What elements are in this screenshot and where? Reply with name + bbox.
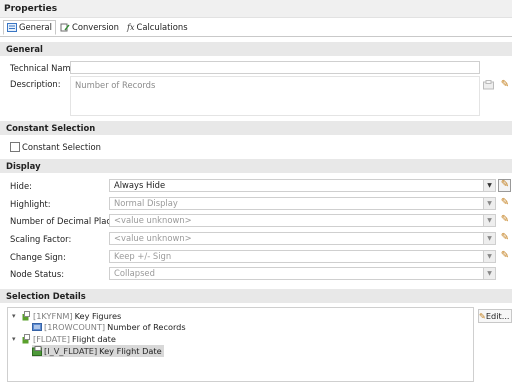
highlight-value: Normal Display bbox=[114, 198, 178, 208]
description-field[interactable]: Number of Records bbox=[70, 76, 480, 116]
tree-node-id: [I_V_FLDATE] bbox=[44, 346, 98, 356]
change-sign-value: Keep +/- Sign bbox=[114, 251, 172, 261]
chevron-down-icon[interactable]: ▼ bbox=[483, 215, 495, 226]
constant-selection-checkbox-row[interactable]: Constant Selection bbox=[10, 142, 101, 152]
section-constant-selection-header: Constant Selection bbox=[0, 121, 512, 135]
technical-name-input[interactable] bbox=[70, 61, 480, 74]
node-status-label: Node Status: bbox=[10, 269, 65, 279]
tab-conversion-label: Conversion bbox=[72, 22, 119, 32]
tree-node-name: Flight date bbox=[71, 334, 116, 344]
key-figure-icon bbox=[32, 323, 42, 331]
tree-node-id: [1ROWCOUNT] bbox=[44, 322, 106, 332]
selection-tree[interactable]: ▾ [1KYFNM] Key Figures [1ROWCOUNT] Numbe… bbox=[7, 307, 474, 382]
variable-icon bbox=[32, 346, 42, 356]
change-sign-select[interactable]: Keep +/- Sign ▼ bbox=[109, 250, 496, 263]
chevron-down-icon[interactable]: ▼ bbox=[483, 268, 495, 279]
chevron-down-icon[interactable]: ▼ bbox=[483, 180, 495, 191]
tab-calculations[interactable]: fx Calculations bbox=[123, 20, 192, 35]
chevron-down-icon[interactable]: ▼ bbox=[483, 251, 495, 262]
hide-pencil-icon: ✎ bbox=[500, 179, 510, 190]
node-status-value: Collapsed bbox=[114, 268, 155, 278]
chevron-down-icon[interactable]: ▼ bbox=[483, 233, 495, 244]
highlight-pencil-icon[interactable]: ✎ bbox=[500, 198, 510, 208]
highlight-select[interactable]: Normal Display ▼ bbox=[109, 197, 496, 210]
constant-selection-checkbox[interactable] bbox=[10, 142, 20, 152]
technical-name-label: Technical Name: bbox=[10, 63, 79, 73]
decimal-places-select[interactable]: <value unknown> ▼ bbox=[109, 214, 496, 227]
general-icon bbox=[7, 23, 17, 32]
scaling-factor-select[interactable]: <value unknown> ▼ bbox=[109, 232, 496, 245]
tab-general-label: General bbox=[19, 22, 53, 32]
hide-value: Always Hide bbox=[114, 180, 166, 190]
tab-divider bbox=[0, 36, 512, 37]
edit-selection-pencil-icon: ✎ bbox=[479, 311, 486, 321]
characteristic-icon bbox=[22, 311, 30, 321]
characteristic-icon bbox=[22, 334, 30, 344]
highlight-label: Highlight: bbox=[10, 199, 51, 209]
tree-node-flight-date[interactable]: ▾ [FLDATE] Flight date bbox=[12, 333, 116, 345]
tree-node-name: Number of Records bbox=[107, 322, 186, 332]
tree-node-key-flight-date[interactable]: [I_V_FLDATE] Key Flight Date bbox=[32, 345, 164, 357]
panel-title: Properties bbox=[0, 0, 512, 18]
language-icon[interactable] bbox=[483, 80, 494, 90]
conversion-icon bbox=[60, 23, 70, 32]
scaling-factor-value: <value unknown> bbox=[114, 233, 192, 243]
tab-calculations-label: Calculations bbox=[136, 22, 188, 32]
change-sign-label: Change Sign: bbox=[10, 252, 66, 262]
decimal-places-label: Number of Decimal Places: bbox=[10, 216, 124, 226]
decimal-places-value: <value unknown> bbox=[114, 215, 192, 225]
edit-description-pencil-icon[interactable]: ✎ bbox=[500, 80, 510, 90]
tree-node-name: Key Flight Date bbox=[99, 346, 162, 356]
scaling-factor-pencil-icon[interactable]: ✎ bbox=[500, 233, 510, 243]
tree-node-id: [FLDATE] bbox=[33, 334, 70, 344]
section-general-header: General bbox=[0, 42, 512, 56]
tab-conversion[interactable]: Conversion bbox=[56, 20, 123, 35]
edit-selection-button[interactable]: ✎Edit... bbox=[478, 309, 512, 323]
description-label: Description: bbox=[10, 79, 61, 89]
tab-bar: General Conversion fx Calculations bbox=[0, 20, 192, 36]
constant-selection-label: Constant Selection bbox=[22, 142, 101, 152]
hide-select[interactable]: Always Hide ▼ bbox=[109, 179, 496, 192]
scaling-factor-label: Scaling Factor: bbox=[10, 234, 72, 244]
decimal-places-pencil-icon[interactable]: ✎ bbox=[500, 215, 510, 225]
expand-chevron-icon[interactable]: ▾ bbox=[12, 333, 20, 345]
chevron-down-icon[interactable]: ▼ bbox=[483, 198, 495, 209]
tab-general[interactable]: General bbox=[3, 20, 57, 35]
expand-chevron-icon[interactable]: ▾ bbox=[12, 310, 20, 322]
change-sign-pencil-icon[interactable]: ✎ bbox=[500, 251, 510, 261]
tree-node-number-of-records[interactable]: [1ROWCOUNT] Number of Records bbox=[32, 321, 186, 333]
edit-selection-label: Edit... bbox=[485, 311, 510, 321]
description-value: Number of Records bbox=[75, 80, 156, 90]
node-status-select[interactable]: Collapsed ▼ bbox=[109, 267, 496, 280]
fx-icon: fx bbox=[126, 23, 135, 32]
section-selection-details-header: Selection Details bbox=[0, 289, 512, 303]
hide-label: Hide: bbox=[10, 181, 32, 191]
section-display-header: Display bbox=[0, 159, 512, 173]
